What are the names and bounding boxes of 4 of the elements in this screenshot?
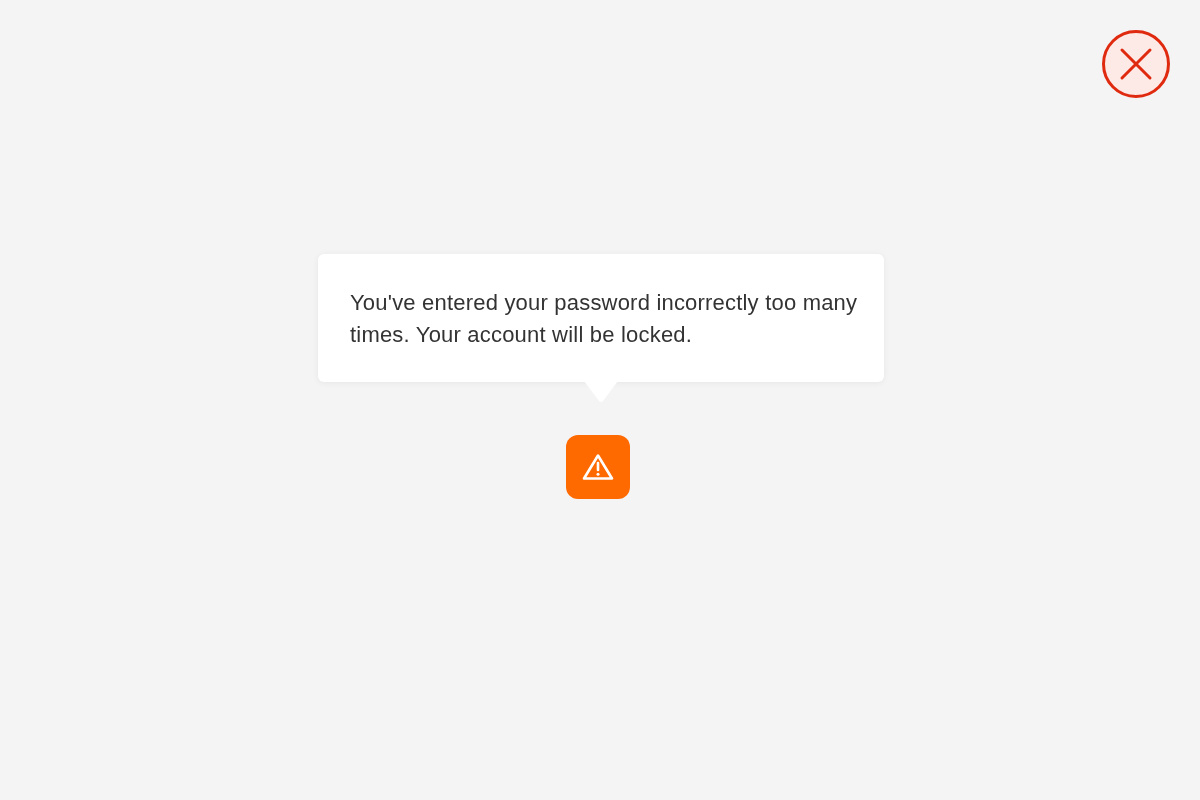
warning-button[interactable] <box>566 435 630 499</box>
close-icon <box>1119 47 1153 81</box>
tooltip-message: You've entered your password incorrectly too many times. Your account will be locked. <box>350 289 859 349</box>
warning-icon <box>582 453 614 481</box>
